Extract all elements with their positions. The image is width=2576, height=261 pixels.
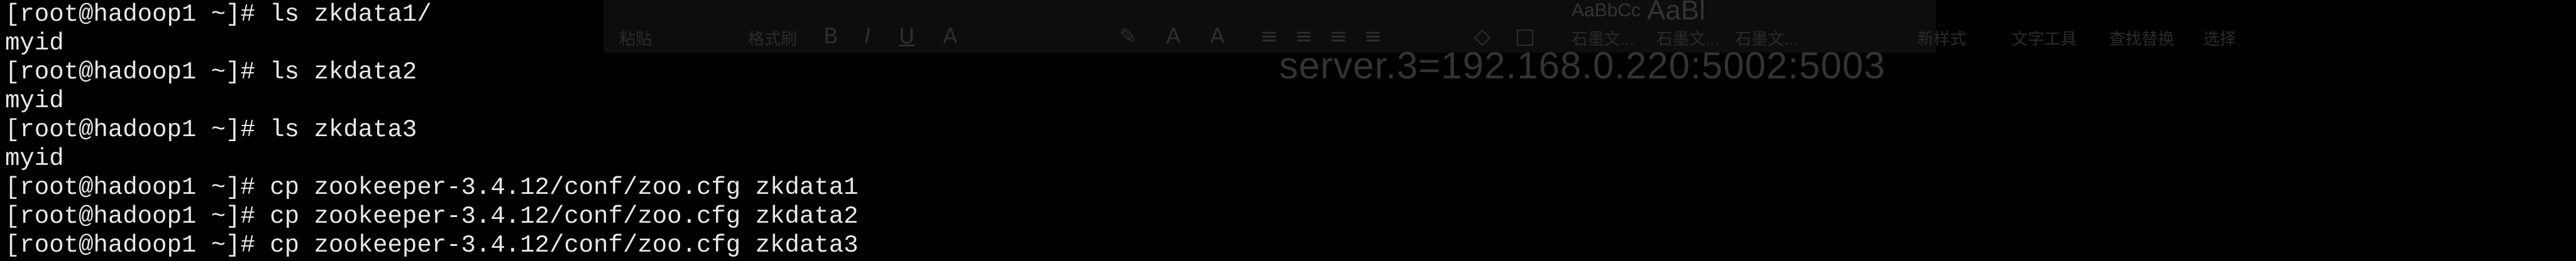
shell-command: ls zkdata3 [270, 116, 417, 144]
terminal-line: myid [5, 144, 858, 173]
ghost-style-sample-1: AaBbCc [1571, 0, 1641, 21]
shell-command: ls zkdata1/ [270, 1, 432, 28]
shell-command: cp zookeeper-3.4.12/conf/zoo.cfg zkdata2 [270, 203, 859, 230]
terminal-output[interactable]: [root@hadoop1 ~]# ls zkdata1/ myid [root… [5, 0, 858, 260]
terminal-line: [root@hadoop1 ~]# cp zookeeper-3.4.12/co… [5, 202, 858, 231]
shell-prompt: [root@hadoop1 ~]# [5, 174, 270, 201]
underline-icon: U [899, 24, 915, 49]
clear-format-icon: A [1210, 24, 1225, 49]
ghost-select-label: 选择 [2203, 29, 2237, 48]
font-color-icon: A [943, 24, 958, 49]
shell-prompt: [root@hadoop1 ~]# [5, 58, 270, 86]
terminal-line: myid [5, 29, 858, 58]
terminal-line: [root@hadoop1 ~]# cp zookeeper-3.4.12/co… [5, 231, 858, 260]
shell-prompt: [root@hadoop1 ~]# [5, 1, 270, 28]
screen: 粘贴 格式刷 B I U A ✎ A A ≡ ≡ ≡ ≡ ◇ □ AaBbCc … [0, 0, 2576, 261]
terminal-line: [root@hadoop1 ~]# cp zookeeper-3.4.12/co… [5, 173, 858, 202]
shell-command: cp zookeeper-3.4.12/conf/zoo.cfg zkdata1 [270, 174, 859, 201]
ghost-document-text: server.3=192.168.0.220:5002:5003 [1279, 45, 1886, 87]
shell-prompt: [root@hadoop1 ~]# [5, 203, 270, 230]
command-output: myid [5, 145, 64, 173]
terminal-line: myid [5, 87, 858, 115]
ghost-find-replace-label: 查找替换 [2109, 29, 2175, 48]
ghost-new-style-label: 新样式 [1917, 29, 1967, 48]
shell-command: cp zookeeper-3.4.12/conf/zoo.cfg zkdata3 [270, 232, 859, 259]
shell-prompt: [root@hadoop1 ~]# [5, 116, 270, 144]
ghost-text-tools-label: 文字工具 [2012, 29, 2078, 48]
align-left-icon: ≡ [1260, 24, 1279, 49]
italic-icon: I [864, 24, 871, 49]
command-output: myid [5, 87, 64, 115]
shell-command: ls zkdata2 [270, 58, 417, 86]
terminal-line: [root@hadoop1 ~]# ls zkdata1/ [5, 0, 858, 29]
highlight-icon: ✎ [1119, 24, 1137, 49]
terminal-line: [root@hadoop1 ~]# ls zkdata3 [5, 115, 858, 144]
ghost-style-sample-2: AaBl [1647, 0, 1705, 26]
terminal-line: [root@hadoop1 ~]# ls zkdata2 [5, 58, 858, 87]
text-color-icon: A [1166, 24, 1181, 49]
shell-prompt: [root@hadoop1 ~]# [5, 232, 270, 259]
command-output: myid [5, 29, 64, 57]
